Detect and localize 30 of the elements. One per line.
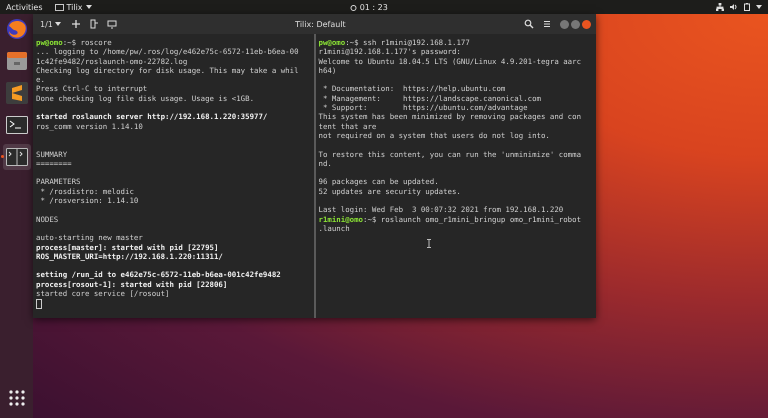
network-icon[interactable] xyxy=(716,3,724,11)
maximize-button[interactable] xyxy=(571,20,580,28)
window-title: Tilix: Default xyxy=(294,20,347,28)
app-icon xyxy=(54,4,64,10)
mouse-cursor-icon xyxy=(426,239,430,248)
running-indicator xyxy=(0,155,4,158)
caret-icon xyxy=(86,5,92,9)
window-icon[interactable] xyxy=(106,19,117,29)
session-button[interactable]: 1/1 xyxy=(38,20,63,28)
app-menu[interactable]: Tilix xyxy=(54,2,92,12)
file-cabinet-icon xyxy=(6,51,28,71)
alarm-icon xyxy=(350,4,357,10)
menu-icon[interactable] xyxy=(542,19,552,29)
minimize-button[interactable] xyxy=(560,20,569,28)
plus-icon[interactable] xyxy=(70,19,81,29)
split-icon[interactable] xyxy=(88,19,99,29)
caret-icon xyxy=(54,22,61,26)
editor-icon xyxy=(6,82,28,104)
battery-icon[interactable] xyxy=(744,3,750,11)
search-icon[interactable] xyxy=(524,19,534,29)
text-cursor xyxy=(36,299,42,310)
volume-icon[interactable] xyxy=(730,3,738,11)
clock[interactable]: 01 : 23 xyxy=(360,2,388,12)
close-button[interactable] xyxy=(582,20,591,28)
terminal-icon xyxy=(6,116,28,134)
browser-icon xyxy=(6,18,28,40)
split-terminal-icon xyxy=(6,148,28,166)
activities-button[interactable]: Activities xyxy=(6,2,42,12)
caret-icon[interactable] xyxy=(756,5,762,9)
dock-item[interactable] xyxy=(2,144,30,170)
